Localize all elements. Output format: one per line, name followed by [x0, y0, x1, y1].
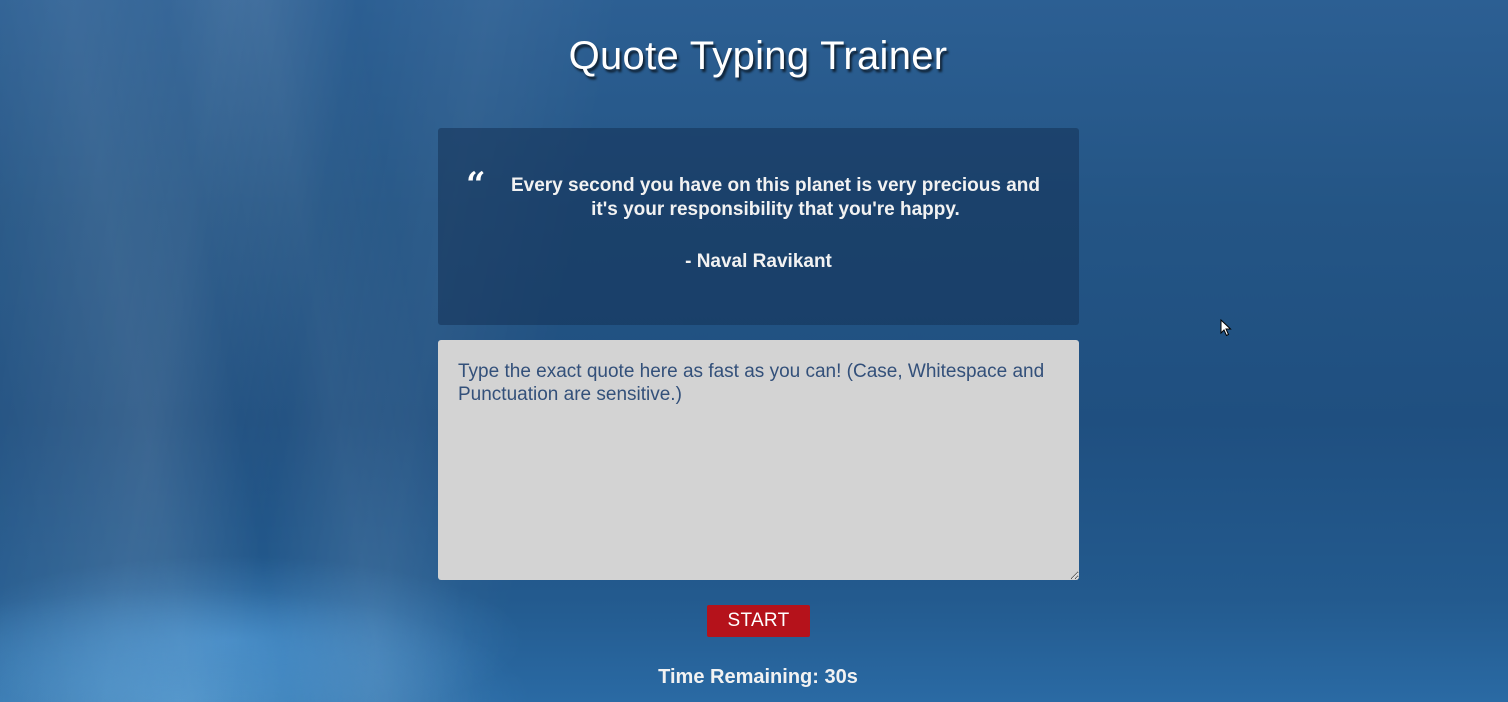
page-title: Quote Typing Trainer — [568, 34, 948, 78]
typing-input[interactable] — [438, 340, 1079, 580]
start-button[interactable]: START — [707, 605, 810, 637]
quote-text: Every second you have on this planet is … — [510, 175, 1040, 220]
quote-author: - Naval Ravikant — [685, 251, 832, 272]
quote-card: “ Every second you have on this planet i… — [438, 128, 1079, 325]
mouse-pointer-icon — [1220, 319, 1232, 337]
quote-mark-icon: “ — [466, 165, 486, 205]
time-remaining: Time Remaining: 30s — [658, 666, 858, 688]
